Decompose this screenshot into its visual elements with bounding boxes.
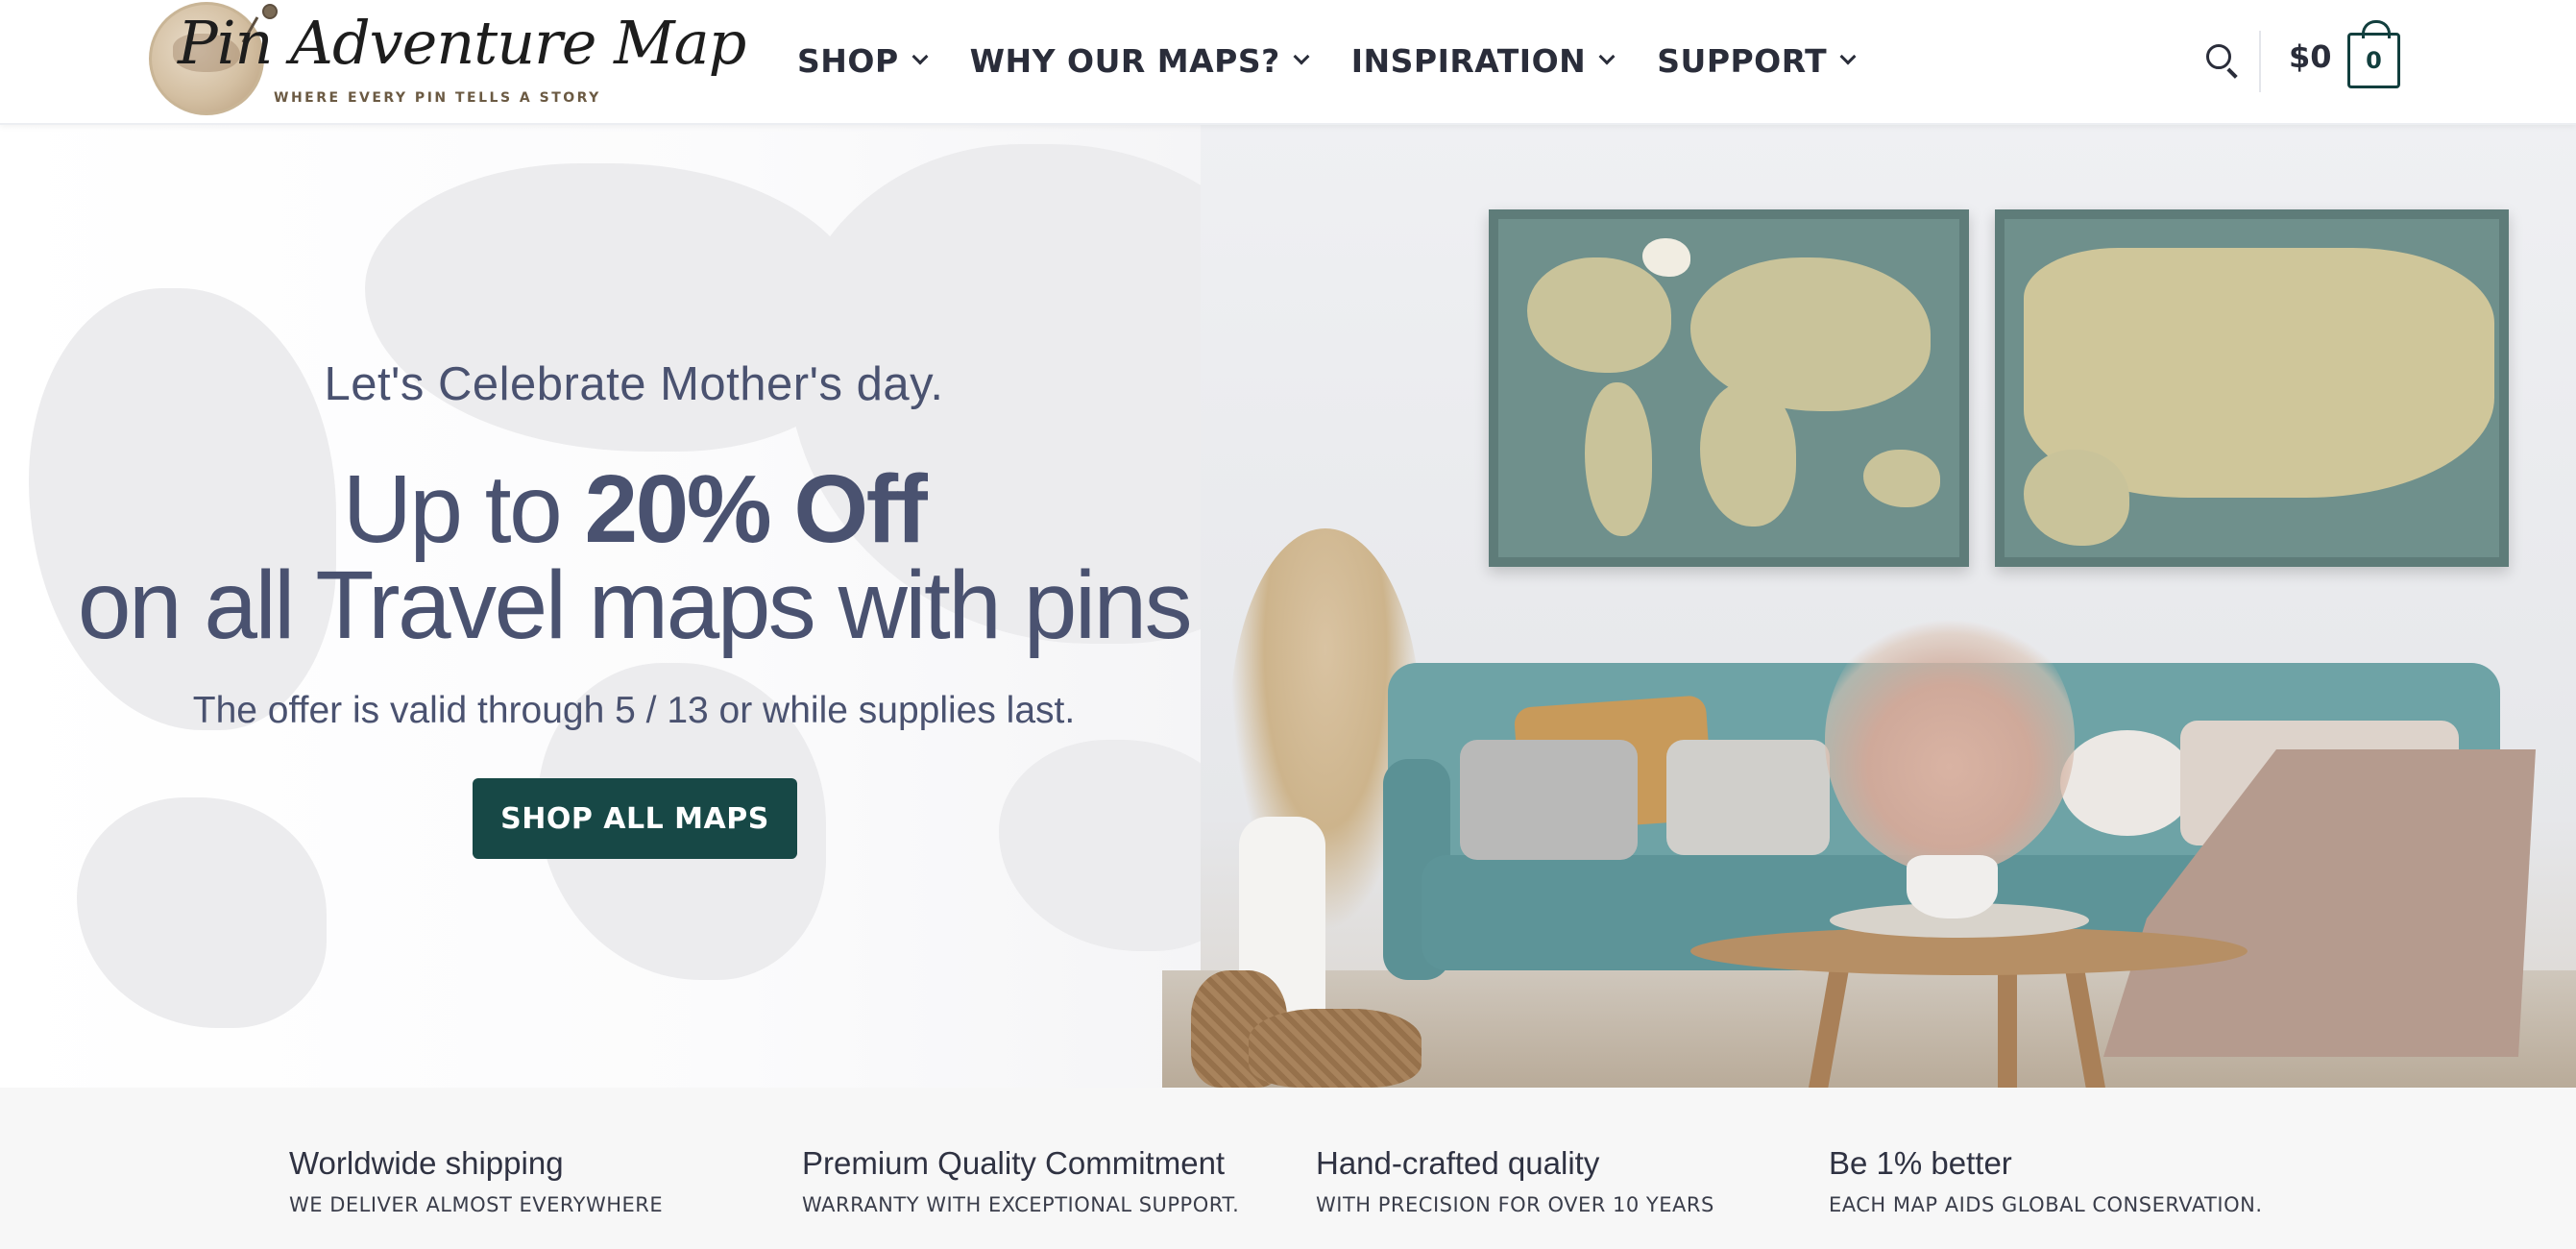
poster-land <box>1642 238 1690 277</box>
hero-banner: Let's Celebrate Mother's day. Up to 20% … <box>0 125 2576 1088</box>
poster-land <box>1527 257 1671 373</box>
header-divider <box>2259 31 2261 92</box>
hero-pretitle: Let's Celebrate Mother's day. <box>324 358 944 410</box>
pillow <box>1460 740 1638 860</box>
table-leg <box>1998 961 2017 1088</box>
chevron-down-icon <box>1839 48 1857 65</box>
poster-land <box>2024 450 2129 546</box>
feature-title: Be 1% better <box>1829 1145 2012 1181</box>
search-icon-ring <box>2206 44 2231 69</box>
features-bar: Worldwide shipping WE DELIVER ALMOST EVE… <box>0 1088 2576 1249</box>
feature-hand-crafted: Hand-crafted quality WITH PRECISION FOR … <box>1316 1145 1714 1216</box>
feature-subtitle: WARRANTY WITH EXCEPTIONAL SUPPORT. <box>802 1193 1240 1216</box>
feature-title: Premium Quality Commitment <box>802 1145 1226 1181</box>
headline-prefix: Up to <box>342 455 585 563</box>
chevron-down-icon <box>1293 48 1310 65</box>
feature-title: Hand-crafted quality <box>1316 1145 1600 1181</box>
nav-label: WHY OUR MAPS? <box>969 41 1280 80</box>
chevron-down-icon <box>1598 48 1616 65</box>
poster-land <box>1863 450 1940 507</box>
feature-subtitle: WE DELIVER ALMOST EVERYWHERE <box>289 1193 664 1216</box>
world-map-poster <box>1489 209 1969 567</box>
poster-land <box>1585 382 1652 536</box>
cart-count-badge: 0 <box>2366 47 2382 74</box>
feature-be-1-percent-better: Be 1% better EACH MAP AIDS GLOBAL CONSER… <box>1829 1145 2263 1216</box>
chevron-down-icon <box>911 48 929 65</box>
feature-subtitle: WITH PRECISION FOR OVER 10 YEARS <box>1316 1193 1714 1216</box>
site-header: Pin Adventure Map WHERE EVERY PIN TELLS … <box>0 0 2576 125</box>
table-vase <box>1907 855 1998 918</box>
pillow <box>1666 740 1830 855</box>
search-icon-handle <box>2226 67 2238 79</box>
usa-map-poster <box>1995 209 2509 567</box>
nav-label: SUPPORT <box>1657 41 1828 80</box>
woven-basket-decor <box>1249 1009 1422 1088</box>
hero-copy: Let's Celebrate Mother's day. Up to 20% … <box>0 125 1268 1088</box>
hero-headline-line-2: on all Travel maps with pins <box>77 551 1193 659</box>
feature-title: Worldwide shipping <box>289 1145 564 1181</box>
discount-highlight: 20% Off <box>584 455 927 563</box>
nav-item-shop[interactable]: SHOP <box>797 37 929 85</box>
pillow <box>2060 730 2195 836</box>
poster-land <box>1700 382 1796 527</box>
feature-premium-quality: Premium Quality Commitment WARRANTY WITH… <box>802 1145 1239 1216</box>
offer-validity-text: The offer is valid through 5 / 13 or whi… <box>192 690 1076 731</box>
nav-item-why-our-maps[interactable]: WHY OUR MAPS? <box>969 37 1310 85</box>
nav-item-support[interactable]: SUPPORT <box>1657 37 1857 85</box>
logo-wordmark: Pin Adventure Map <box>178 8 746 78</box>
feature-subtitle: EACH MAP AIDS GLOBAL CONSERVATION. <box>1829 1193 2263 1216</box>
shopping-bag-icon[interactable]: 0 <box>2347 20 2400 88</box>
nav-item-inspiration[interactable]: INSPIRATION <box>1350 37 1616 85</box>
dried-flower-bouquet <box>1825 605 2075 874</box>
hero-headline-line-1: Up to 20% Off <box>0 459 1268 559</box>
logo-tagline: WHERE EVERY PIN TELLS A STORY <box>274 90 601 106</box>
cart-total[interactable]: $0 <box>2289 38 2332 75</box>
nav-label: INSPIRATION <box>1350 41 1587 80</box>
feature-worldwide-shipping: Worldwide shipping WE DELIVER ALMOST EVE… <box>289 1145 663 1216</box>
shop-all-maps-button[interactable]: SHOP ALL MAPS <box>473 778 797 859</box>
site-logo[interactable]: Pin Adventure Map WHERE EVERY PIN TELLS … <box>149 0 746 119</box>
nav-label: SHOP <box>797 41 899 80</box>
main-nav: SHOP WHY OUR MAPS? INSPIRATION SUPPORT <box>797 37 1898 85</box>
search-icon[interactable] <box>2204 42 2243 81</box>
